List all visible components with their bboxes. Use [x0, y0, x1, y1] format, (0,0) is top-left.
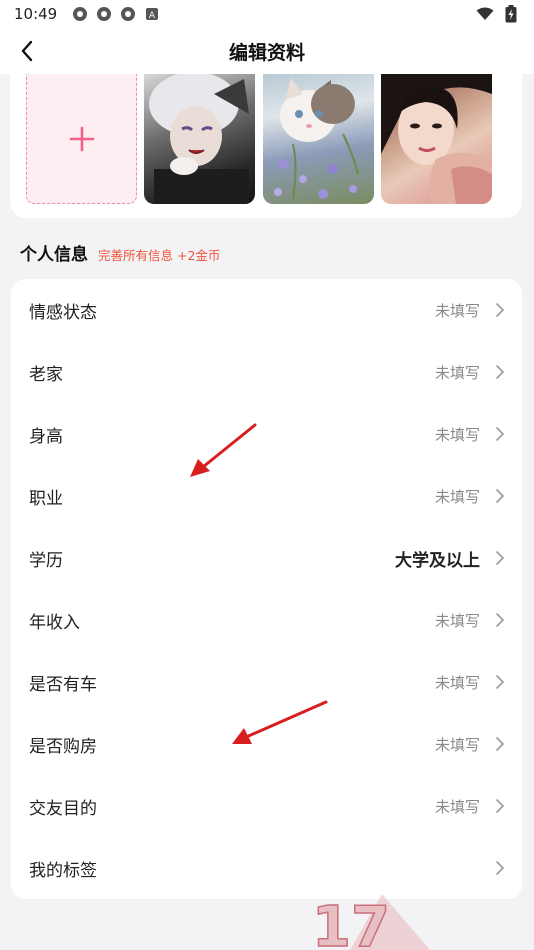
- photo-gallery-card: [10, 74, 522, 218]
- row-owns-house[interactable]: 是否购房 未填写: [11, 713, 522, 775]
- battery-icon: [502, 5, 520, 23]
- row-label: 学历: [29, 550, 63, 571]
- row-value: 未填写: [434, 363, 480, 382]
- row-label: 情感状态: [29, 302, 97, 323]
- row-occupation[interactable]: 职业 未填写: [11, 465, 522, 527]
- row-value: 未填写: [434, 673, 480, 692]
- chevron-right-icon: [494, 612, 506, 628]
- row-value: 未填写: [434, 797, 480, 816]
- row-label: 是否购房: [29, 736, 97, 757]
- photo-thumbnail-portrait[interactable]: [381, 74, 492, 204]
- row-label: 职业: [29, 488, 63, 509]
- row-owns-car[interactable]: 是否有车 未填写: [11, 651, 522, 713]
- section-reward-hint: 完善所有信息 +2金币: [98, 248, 221, 263]
- row-label: 是否有车: [29, 674, 97, 695]
- nav-bar: 编辑资料: [0, 28, 534, 74]
- row-label: 身高: [29, 426, 63, 447]
- row-label: 交友目的: [29, 798, 97, 819]
- personal-info-header: 个人信息 完善所有信息 +2金币: [20, 240, 220, 265]
- add-photo-button[interactable]: [26, 74, 137, 204]
- chevron-right-icon: [494, 674, 506, 690]
- status-left-icons: A: [71, 5, 161, 23]
- status-right-icons: [476, 5, 520, 23]
- row-annual-income[interactable]: 年收入 未填写: [11, 589, 522, 651]
- section-title: 个人信息: [20, 245, 88, 265]
- chevron-right-icon: [494, 364, 506, 380]
- chevron-right-icon: [494, 302, 506, 318]
- back-button[interactable]: [12, 36, 42, 66]
- plus-icon: [69, 126, 94, 151]
- row-value: 未填写: [434, 735, 480, 754]
- row-relationship-status[interactable]: 情感状态 未填写: [11, 279, 522, 341]
- app-icon-2: [95, 5, 113, 23]
- row-value: 未填写: [434, 487, 480, 506]
- row-my-tags[interactable]: 我的标签: [11, 837, 522, 899]
- chevron-right-icon: [494, 798, 506, 814]
- chevron-right-icon: [494, 550, 506, 566]
- keyboard-a-icon: A: [143, 5, 161, 23]
- chevron-right-icon: [494, 736, 506, 752]
- wifi-icon: [476, 5, 494, 23]
- row-hometown[interactable]: 老家 未填写: [11, 341, 522, 403]
- personal-info-card: 情感状态 未填写 老家 未填写 身高 未填写 职业 未填写 学历 大学及以上 年…: [11, 279, 522, 899]
- row-value: 大学及以上: [395, 550, 480, 571]
- chevron-left-icon: [21, 40, 33, 62]
- chevron-right-icon: [494, 860, 506, 876]
- app-icon-3: [119, 5, 137, 23]
- row-label: 我的标签: [29, 860, 97, 881]
- app-icon-1: [71, 5, 89, 23]
- status-time: 10:49: [14, 5, 58, 23]
- row-height[interactable]: 身高 未填写: [11, 403, 522, 465]
- svg-text:17: 17: [312, 895, 390, 950]
- photo-thumbnail-anime[interactable]: [144, 74, 255, 204]
- chevron-right-icon: [494, 488, 506, 504]
- row-label: 年收入: [29, 612, 80, 633]
- row-education[interactable]: 学历 大学及以上: [11, 527, 522, 589]
- photo-thumbnail-cat[interactable]: [263, 74, 374, 204]
- row-value: 未填写: [434, 301, 480, 320]
- row-value: 未填写: [434, 611, 480, 630]
- row-value: 未填写: [434, 425, 480, 444]
- row-dating-purpose[interactable]: 交友目的 未填写: [11, 775, 522, 837]
- status-bar: 10:49 A: [0, 0, 534, 28]
- chevron-right-icon: [494, 426, 506, 442]
- svg-text:A: A: [149, 11, 156, 21]
- page-title: 编辑资料: [228, 41, 305, 64]
- row-label: 老家: [29, 364, 63, 385]
